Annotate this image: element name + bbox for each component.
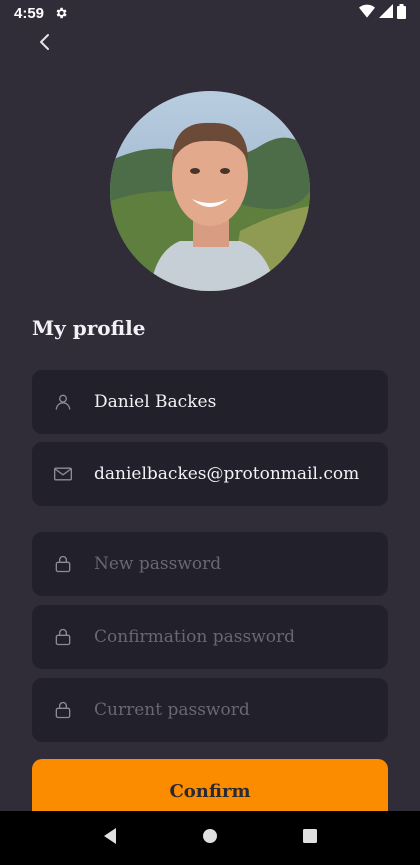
- back-button[interactable]: [30, 30, 60, 58]
- chevron-left-icon: [38, 33, 52, 55]
- recents-square-icon: [302, 828, 318, 848]
- battery-icon: [397, 3, 406, 23]
- new-password-input[interactable]: [94, 554, 354, 574]
- email-value: danielbackes@protonmail.com: [94, 464, 360, 484]
- navigation-bar: [0, 811, 420, 865]
- email-field[interactable]: danielbackes@protonmail.com: [32, 442, 388, 506]
- nav-recents-button[interactable]: [290, 818, 330, 858]
- wifi-icon: [359, 4, 375, 22]
- name-field[interactable]: Daniel Backes: [32, 370, 388, 434]
- confirmation-password-input[interactable]: [94, 627, 354, 647]
- confirmation-password-field[interactable]: [32, 605, 388, 669]
- current-password-input[interactable]: [94, 700, 354, 720]
- lock-icon: [52, 553, 74, 575]
- mail-icon: [52, 463, 74, 485]
- status-bar: 4:59: [0, 0, 420, 26]
- home-circle-icon: [202, 828, 218, 848]
- user-icon: [52, 391, 74, 413]
- name-value: Daniel Backes: [94, 392, 217, 412]
- nav-home-button[interactable]: [190, 818, 230, 858]
- back-triangle-icon: [102, 827, 118, 849]
- gear-icon: [54, 6, 68, 20]
- status-time: 4:59: [14, 4, 45, 22]
- new-password-field[interactable]: [32, 532, 388, 596]
- current-password-field[interactable]: [32, 678, 388, 742]
- page-title: My profile: [32, 316, 146, 340]
- lock-icon: [52, 626, 74, 648]
- avatar: [110, 91, 310, 291]
- lock-icon: [52, 699, 74, 721]
- nav-back-button[interactable]: [90, 818, 130, 858]
- signal-icon: [379, 4, 393, 22]
